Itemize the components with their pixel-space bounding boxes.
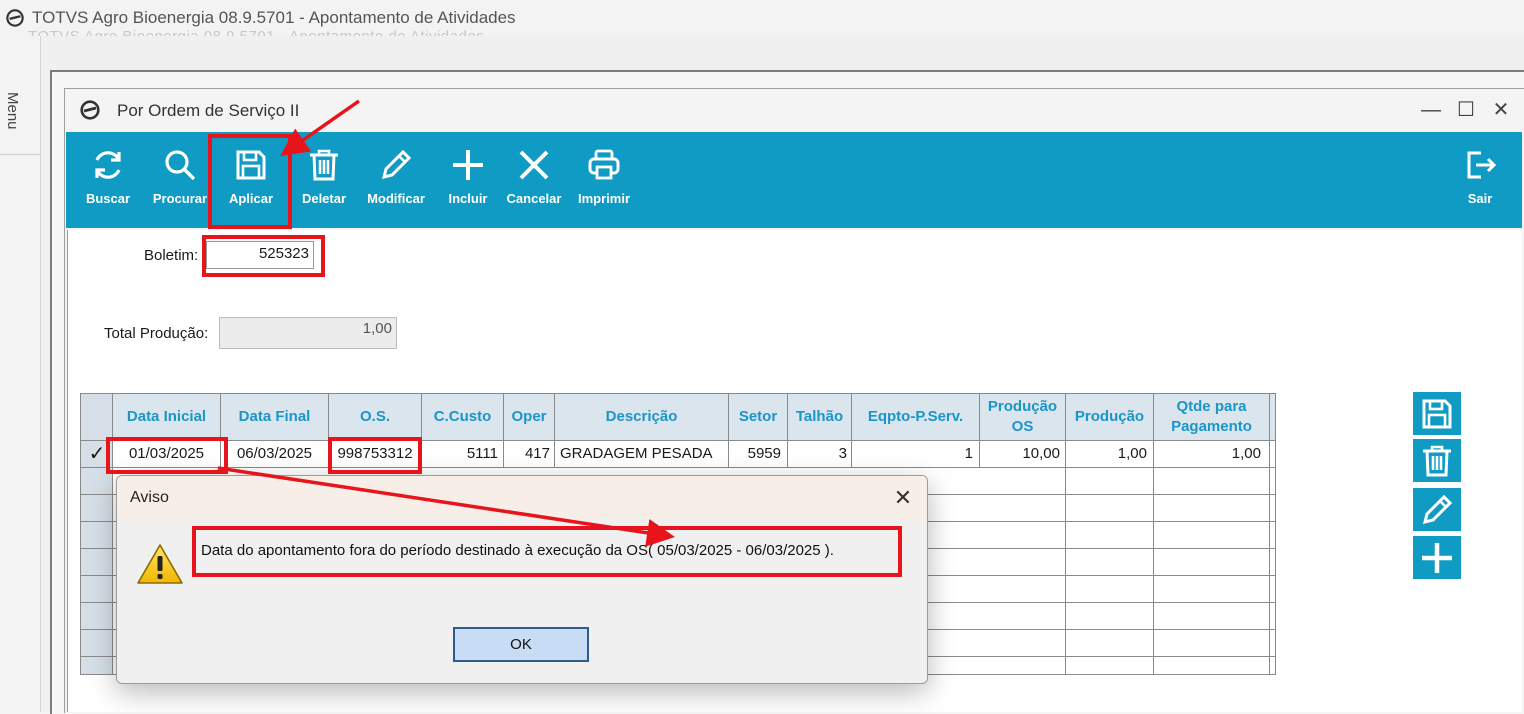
arrow-to-aplicar [280, 99, 361, 157]
annotation-arrows [217, 99, 675, 547]
arrow-to-message [217, 466, 675, 547]
